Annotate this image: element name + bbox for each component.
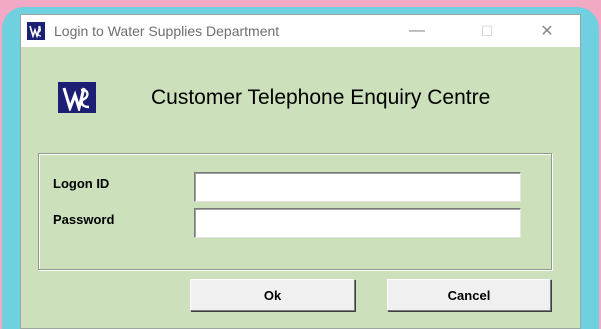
window-title: Login to Water Supplies Department <box>54 23 280 39</box>
maximize-button[interactable]: ☐ <box>464 15 510 47</box>
password-field[interactable] <box>194 208 521 238</box>
close-icon: ✕ <box>540 23 554 40</box>
cancel-button[interactable]: Cancel <box>387 279 551 311</box>
close-button[interactable]: ✕ <box>524 15 570 47</box>
logon-id-label: Logon ID <box>53 176 110 191</box>
page-title: Customer Telephone Enquiry Centre <box>151 86 491 109</box>
title-bar[interactable]: Login to Water Supplies Department — ☐ ✕ <box>21 15 580 47</box>
logon-id-field[interactable] <box>194 172 521 202</box>
maximize-icon: ☐ <box>480 22 494 39</box>
login-dialog: Login to Water Supplies Department — ☐ ✕… <box>20 14 581 329</box>
password-label: Password <box>53 212 115 227</box>
wsd-logo-icon <box>27 22 45 40</box>
minimize-icon: — <box>409 22 425 39</box>
minimize-button[interactable]: — <box>394 15 440 47</box>
wsd-logo-icon <box>58 82 96 113</box>
ok-button[interactable]: Ok <box>190 279 355 311</box>
